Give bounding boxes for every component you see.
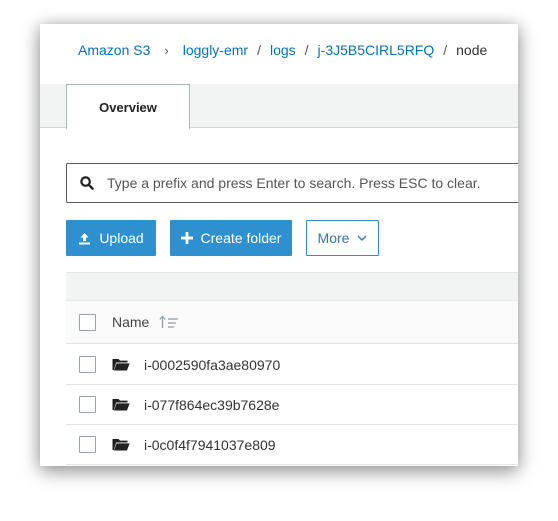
- folder-icon: [112, 358, 130, 371]
- upload-button[interactable]: Upload: [66, 220, 156, 256]
- folder-name-link[interactable]: i-0c0f4f7941037e809: [144, 437, 276, 453]
- folder-name-link[interactable]: i-0002590fa3ae80970: [144, 357, 280, 373]
- breadcrumb: Amazon S3 › loggly-emr / logs / j-3J5B5C…: [78, 40, 487, 60]
- search-box: [66, 163, 518, 203]
- search-input[interactable]: [107, 165, 518, 201]
- table-toolbar-band: [66, 272, 518, 300]
- name-column-header[interactable]: Name: [112, 314, 179, 330]
- folder-icon: [112, 438, 130, 451]
- table-row[interactable]: i-0c0f4f7941037e809: [66, 425, 518, 465]
- table-header: Name: [66, 300, 518, 344]
- breadcrumb-current-folder: node: [456, 42, 488, 58]
- more-dropdown-button[interactable]: More: [306, 220, 379, 256]
- breadcrumb-logs[interactable]: logs: [270, 42, 296, 58]
- tab-overview[interactable]: Overview: [66, 84, 190, 129]
- chevron-down-icon: [357, 235, 367, 241]
- plus-icon: [180, 232, 193, 244]
- search-icon: [67, 176, 107, 190]
- upload-icon: [78, 232, 91, 245]
- table-row[interactable]: i-0002590fa3ae80970: [66, 345, 518, 385]
- folder-name-link[interactable]: i-077f864ec39b7628e: [144, 397, 279, 413]
- breadcrumb-separator: /: [257, 42, 261, 58]
- table-row[interactable]: i-077f864ec39b7628e: [66, 385, 518, 425]
- breadcrumb-separator: /: [304, 42, 309, 58]
- tab-bar: Overview: [40, 84, 518, 129]
- breadcrumb-chevron-icon: ›: [164, 42, 169, 58]
- create-folder-label: Create folder: [200, 230, 282, 246]
- breadcrumb-separator: /: [443, 42, 448, 58]
- row-checkbox[interactable]: [78, 436, 96, 453]
- name-header-label: Name: [112, 314, 150, 330]
- s3-console-panel: Amazon S3 › loggly-emr / logs / j-3J5B5C…: [40, 24, 518, 466]
- upload-label: Upload: [99, 230, 144, 246]
- folder-icon: [112, 398, 130, 411]
- breadcrumb-bucket[interactable]: loggly-emr: [183, 42, 248, 58]
- create-folder-button[interactable]: Create folder: [170, 220, 292, 256]
- breadcrumb-job[interactable]: j-3J5B5CIRL5RFQ: [318, 42, 435, 58]
- more-label: More: [317, 230, 350, 246]
- row-checkbox[interactable]: [78, 396, 96, 413]
- sort-icon[interactable]: [159, 315, 179, 329]
- row-checkbox[interactable]: [78, 356, 96, 373]
- select-all-checkbox[interactable]: [78, 313, 96, 331]
- breadcrumb-amazon-s3[interactable]: Amazon S3: [78, 42, 150, 58]
